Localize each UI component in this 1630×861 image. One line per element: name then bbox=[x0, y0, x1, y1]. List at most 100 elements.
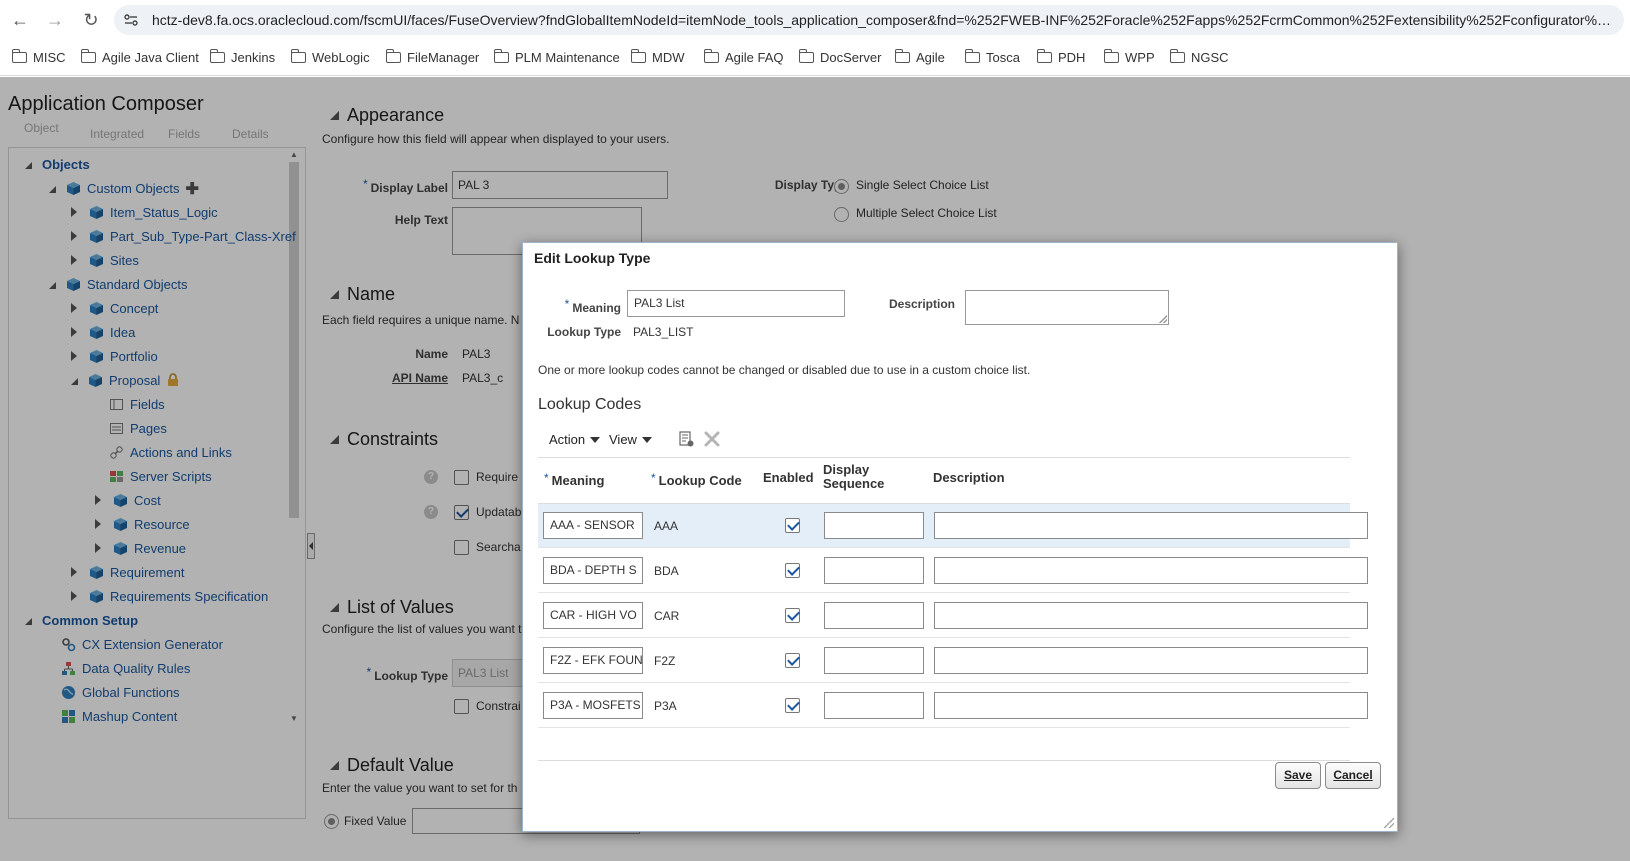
folder-icon bbox=[494, 49, 509, 63]
table-row[interactable]: AAA - SENSOR AAA bbox=[538, 504, 1368, 548]
folder-icon bbox=[291, 49, 306, 63]
bookmark-label: WPP bbox=[1125, 50, 1155, 65]
toolbar-divider bbox=[538, 457, 1350, 458]
description-cell-input[interactable] bbox=[934, 602, 1368, 629]
folder-icon bbox=[965, 49, 980, 63]
display-sequence-input[interactable] bbox=[824, 647, 924, 674]
column-header-meaning[interactable]: * Meaning bbox=[544, 471, 604, 488]
bookmark-docserver[interactable]: DocServer bbox=[799, 49, 881, 67]
chevron-down-icon bbox=[590, 437, 601, 443]
bookmark-label: DocServer bbox=[820, 50, 882, 65]
bookmark-agile-java-client[interactable]: Agile Java Client bbox=[81, 49, 199, 67]
bookmark-label: MISC bbox=[33, 50, 66, 65]
bookmark-label: Agile Java Client bbox=[102, 50, 199, 65]
forward-arrow-icon[interactable]: → bbox=[44, 9, 66, 31]
bookmark-label: Agile bbox=[916, 50, 945, 65]
reload-icon[interactable]: ↻ bbox=[80, 9, 102, 31]
description-cell-input[interactable] bbox=[934, 692, 1368, 719]
bookmark-agile[interactable]: Agile bbox=[895, 49, 945, 67]
folder-icon bbox=[631, 49, 646, 63]
bookmark-label: Jenkins bbox=[231, 50, 276, 65]
display-sequence-input[interactable] bbox=[824, 557, 924, 584]
bookmark-label: MDW bbox=[652, 50, 685, 65]
display-sequence-input[interactable] bbox=[824, 602, 924, 629]
description-cell-input[interactable] bbox=[934, 512, 1368, 539]
display-sequence-input[interactable] bbox=[824, 512, 924, 539]
meaning-label: * Meaning bbox=[564, 297, 621, 315]
bookmark-filemanager[interactable]: FileManager bbox=[386, 49, 479, 67]
description-textarea[interactable] bbox=[965, 290, 1169, 325]
bookmark-plm-maintenance[interactable]: PLM Maintenance bbox=[494, 49, 620, 67]
bookmark-label: PDH bbox=[1058, 50, 1086, 65]
table-row[interactable]: F2Z - EFK FOUN F2Z bbox=[538, 639, 1368, 683]
column-header-display-sequence[interactable]: Display Sequence bbox=[823, 463, 884, 491]
meaning-input[interactable]: PAL3 List bbox=[627, 290, 845, 317]
folder-icon bbox=[12, 49, 27, 63]
usage-note: One or more lookup codes cannot be chang… bbox=[538, 363, 1031, 377]
bookmark-label: WebLogic bbox=[312, 50, 370, 65]
delete-icon[interactable] bbox=[703, 430, 721, 448]
meaning-cell-input[interactable]: AAA - SENSOR bbox=[543, 512, 643, 539]
new-row-icon[interactable] bbox=[677, 430, 695, 448]
bookmark-label: Agile FAQ bbox=[725, 50, 784, 65]
folder-icon bbox=[81, 49, 96, 63]
folder-icon bbox=[386, 49, 401, 63]
lookup-type-label: Lookup Type bbox=[547, 325, 621, 339]
bookmark-pdh[interactable]: PDH bbox=[1037, 49, 1085, 67]
table-row[interactable]: P3A - MOSFETS P3A bbox=[538, 684, 1368, 728]
bookmark-label: NGSC bbox=[1191, 50, 1229, 65]
lookup-code-cell: CAR bbox=[654, 609, 680, 623]
enabled-checkbox[interactable] bbox=[785, 608, 800, 623]
table-footer-divider bbox=[538, 760, 1350, 761]
lookup-codes-title: Lookup Codes bbox=[538, 396, 642, 413]
enabled-checkbox[interactable] bbox=[785, 563, 800, 578]
dialog-title: Edit Lookup Type bbox=[534, 250, 651, 266]
bookmark-jenkins[interactable]: Jenkins bbox=[210, 49, 275, 67]
bookmarks-bar: MISC Agile Java Client Jenkins WebLogic … bbox=[0, 40, 1630, 76]
action-menu[interactable]: Action bbox=[549, 432, 601, 447]
table-row[interactable]: CAR - HIGH VO CAR bbox=[538, 594, 1368, 638]
table-row[interactable]: BDA - DEPTH S BDA bbox=[538, 549, 1368, 593]
folder-icon bbox=[799, 49, 814, 63]
description-cell-input[interactable] bbox=[934, 557, 1368, 584]
bookmark-label: PLM Maintenance bbox=[515, 50, 620, 65]
folder-icon bbox=[210, 49, 225, 63]
meaning-cell-input[interactable]: CAR - HIGH VO bbox=[543, 602, 643, 629]
enabled-checkbox[interactable] bbox=[785, 518, 800, 533]
chevron-down-icon bbox=[641, 437, 652, 443]
cancel-button[interactable]: Cancel bbox=[1325, 762, 1381, 789]
address-bar[interactable]: hctz-dev8.fa.ocs.oraclecloud.com/fscmUI/… bbox=[114, 5, 1624, 35]
resize-handle-icon[interactable] bbox=[1384, 818, 1394, 828]
edit-lookup-type-dialog: Edit Lookup Type * Meaning PAL3 List Desc… bbox=[522, 242, 1398, 832]
bookmark-label: Tosca bbox=[986, 50, 1020, 65]
meaning-cell-input[interactable]: P3A - MOSFETS bbox=[543, 692, 643, 719]
bookmark-misc[interactable]: MISC bbox=[12, 49, 66, 67]
display-sequence-input[interactable] bbox=[824, 692, 924, 719]
enabled-checkbox[interactable] bbox=[785, 653, 800, 668]
bookmark-tosca[interactable]: Tosca bbox=[965, 49, 1020, 67]
save-button[interactable]: Save bbox=[1275, 762, 1321, 789]
back-arrow-icon[interactable]: ← bbox=[9, 9, 31, 31]
meaning-cell-input[interactable]: BDA - DEPTH S bbox=[543, 557, 643, 584]
description-cell-input[interactable] bbox=[934, 647, 1368, 674]
bookmark-mdw[interactable]: MDW bbox=[631, 49, 685, 67]
folder-icon bbox=[704, 49, 719, 63]
view-menu[interactable]: View bbox=[609, 432, 652, 447]
column-header-lookup-code[interactable]: * Lookup Code bbox=[651, 471, 742, 488]
lookup-code-cell: AAA bbox=[654, 519, 679, 533]
site-info-icon[interactable] bbox=[123, 12, 139, 28]
lookup-type-value: PAL3_LIST bbox=[633, 325, 694, 339]
description-label: Description bbox=[888, 297, 955, 311]
bookmark-label: FileManager bbox=[407, 50, 480, 65]
bookmark-agile-faq[interactable]: Agile FAQ bbox=[704, 49, 784, 67]
folder-icon bbox=[1170, 49, 1185, 63]
column-header-description[interactable]: Description bbox=[933, 471, 1005, 485]
meaning-cell-input[interactable]: F2Z - EFK FOUN bbox=[543, 647, 643, 674]
column-header-enabled[interactable]: Enabled bbox=[763, 471, 814, 485]
bookmark-ngsc[interactable]: NGSC bbox=[1170, 49, 1229, 67]
lookup-code-cell: BDA bbox=[654, 564, 679, 578]
bookmark-wpp[interactable]: WPP bbox=[1104, 49, 1155, 67]
folder-icon bbox=[1104, 49, 1119, 63]
enabled-checkbox[interactable] bbox=[785, 698, 800, 713]
bookmark-weblogic[interactable]: WebLogic bbox=[291, 49, 370, 67]
